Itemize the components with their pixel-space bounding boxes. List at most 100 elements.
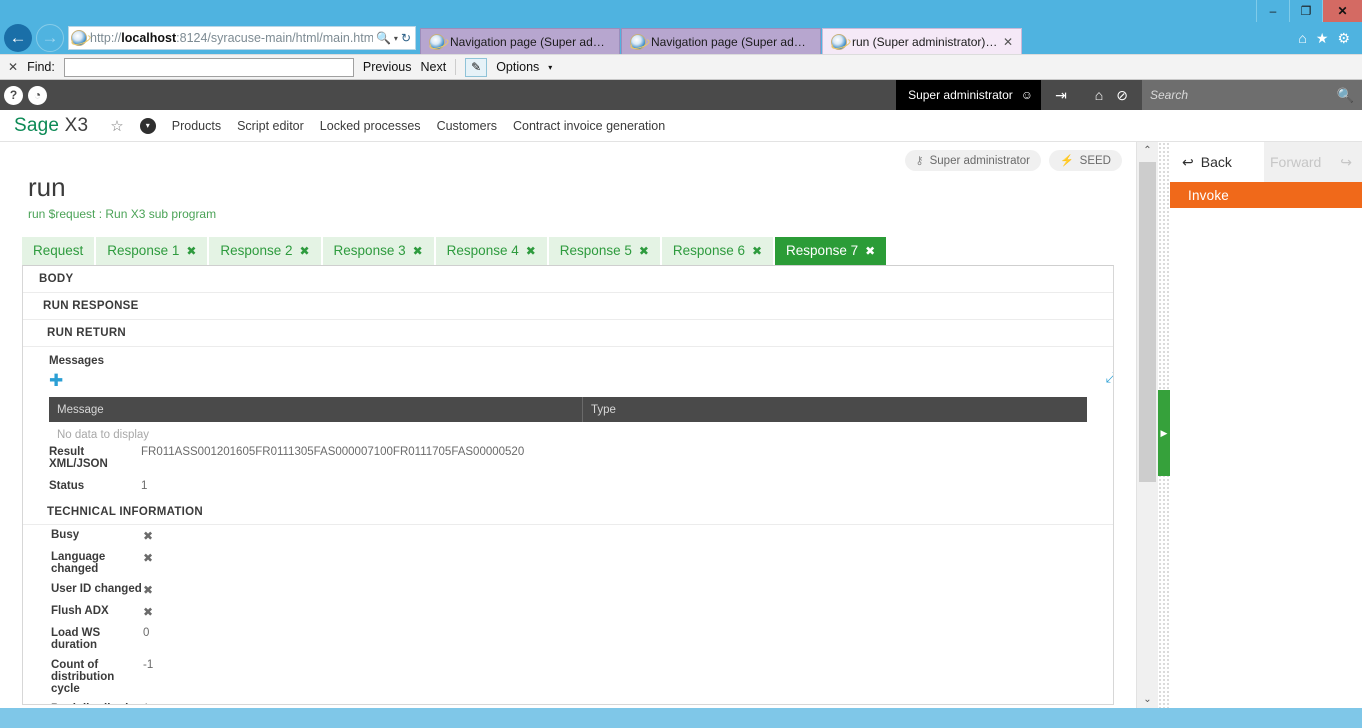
scroll-down-arrow-icon[interactable]: ⌄ [1137, 691, 1158, 708]
section-header-run-return: RUN RETURN [23, 320, 1113, 347]
find-previous-button[interactable]: Previous [363, 60, 412, 74]
add-row-icon[interactable]: ✚ [49, 372, 63, 389]
messages-grid: Message Type No data to display [49, 397, 1087, 441]
favorites-star-icon[interactable]: ☆ [110, 117, 123, 135]
tech-row-count-of-distribution-cycle: Count of distribution cycle -1 [23, 655, 1113, 699]
nav-link-script-editor[interactable]: Script editor [237, 119, 304, 133]
nav-link-customers[interactable]: Customers [437, 119, 497, 133]
browser-back-icon[interactable]: ← [4, 24, 32, 52]
tech-label: Count of distribution cycle [23, 659, 143, 695]
grid-column-message[interactable]: Message [49, 397, 583, 422]
browser-address-row: ← → http://localhost:8124/syracuse-main/… [0, 22, 1362, 54]
tab-request[interactable]: Request [22, 237, 95, 265]
browser-forward-icon[interactable]: → [36, 24, 64, 52]
home-icon[interactable]: ⌂ [1095, 87, 1103, 103]
section-header-technical-information: TECHNICAL INFORMATION [23, 497, 1113, 525]
tab-label: Response 4 [446, 243, 519, 258]
splitter-handle[interactable]: ▶ [1158, 390, 1170, 476]
right-panel-nav: ↩ Back Forward ↪ [1170, 142, 1362, 182]
back-label: Back [1200, 154, 1232, 170]
chevron-down-icon[interactable]: ▾ [139, 117, 156, 134]
field-status: Status 1 [23, 475, 1113, 497]
ie-logo-icon [71, 30, 87, 46]
tab-close-icon[interactable]: ✖ [186, 244, 196, 258]
context-badges: ⚷ Super administrator ⚡ SEED [904, 150, 1122, 171]
tab-response-6[interactable]: Response 6 ✖ [661, 237, 774, 265]
find-options-button[interactable]: Options [496, 60, 539, 74]
messages-block: Messages ✚ ⤡ [23, 347, 1113, 391]
browser-tab[interactable]: Navigation page (Super admin... [420, 28, 620, 54]
address-dropdown-icon[interactable]: ▾ [394, 34, 398, 43]
forward-button[interactable]: Forward ↪ [1264, 142, 1362, 182]
invoke-button[interactable]: Invoke [1170, 182, 1362, 208]
tab-response-7[interactable]: Response 7 ✖ [775, 237, 887, 265]
tab-close-icon[interactable]: ✖ [299, 244, 309, 258]
scrollbar-thumb[interactable] [1139, 162, 1156, 482]
badge-super-administrator[interactable]: ⚷ Super administrator [904, 150, 1041, 171]
tech-value: 1 [143, 703, 149, 704]
find-input[interactable] [63, 57, 354, 77]
nav-link-locked-processes[interactable]: Locked processes [320, 119, 421, 133]
address-refresh-icon[interactable]: ↻ [401, 31, 411, 45]
close-window-button[interactable]: ✕ [1322, 0, 1362, 22]
find-next-button[interactable]: Next [421, 60, 447, 74]
nav-link-products[interactable]: Products [172, 119, 221, 133]
tab-response-5[interactable]: Response 5 ✖ [548, 237, 660, 265]
browser-tabs: Navigation page (Super admin... Navigati… [420, 22, 1286, 54]
settings-gear-icon[interactable]: ⚙ [1337, 30, 1350, 47]
favorites-star-icon[interactable]: ★ [1316, 30, 1329, 47]
right-action-panel: ↩ Back Forward ↪ Invoke [1170, 142, 1362, 708]
tab-response-4[interactable]: Response 4 ✖ [435, 237, 547, 265]
tech-row-load-ws-duration: Load WS duration 0 [23, 623, 1113, 655]
browser-tab-active[interactable]: run (Super administrator) (S... ✕ [822, 28, 1022, 54]
vertical-scrollbar[interactable]: ⌃ ⌄ [1136, 142, 1158, 708]
forward-label: Forward [1270, 154, 1322, 170]
help-icon[interactable]: ? [4, 85, 23, 105]
tab-label: Response 2 [220, 243, 293, 258]
brush-icon[interactable]: ◔ [28, 85, 47, 105]
chevron-down-icon[interactable]: ▾ [548, 63, 552, 72]
tech-label: Pool distribution duration [23, 703, 143, 704]
address-search-icon[interactable]: 🔍 [376, 31, 391, 45]
restore-button[interactable]: ❐ [1289, 0, 1322, 22]
find-bar: ✕ Find: Previous Next ✎ Options ▾ [0, 54, 1362, 80]
compass-icon[interactable]: ⊘ [1116, 87, 1128, 104]
tech-label: Load WS duration [51, 627, 101, 651]
expand-icon[interactable]: ⤡ [1106, 369, 1113, 386]
search-icon[interactable]: 🔍 [1337, 87, 1354, 104]
tech-label-line2: distribution cycle [51, 671, 115, 695]
tab-response-1[interactable]: Response 1 ✖ [96, 237, 208, 265]
nav-link-contract-invoice-generation[interactable]: Contract invoice generation [513, 119, 665, 133]
find-close-icon[interactable]: ✕ [8, 60, 18, 74]
user-chip[interactable]: Super administrator ☺ [896, 80, 1042, 110]
home-icon[interactable]: ⌂ [1298, 30, 1306, 46]
sage-toolbar: ? ◔ Super administrator ☺ ⇥ ⌂ ⊘ Search 🔍 [0, 80, 1362, 110]
tab-close-icon[interactable]: ✖ [639, 244, 649, 258]
badge-seed[interactable]: ⚡ SEED [1048, 150, 1122, 171]
tab-response-2[interactable]: Response 2 ✖ [209, 237, 321, 265]
tab-close-icon[interactable]: ✖ [865, 244, 875, 258]
highlight-marker-icon[interactable]: ✎ [465, 57, 488, 77]
ie-logo-icon [630, 33, 646, 50]
back-button[interactable]: ↩ Back [1170, 142, 1264, 182]
tech-value: 0 [143, 627, 150, 639]
tab-label: Request [33, 243, 84, 258]
pane-splitter[interactable]: ▶ [1158, 142, 1170, 708]
logout-icon[interactable]: ⇥ [1055, 87, 1067, 104]
tab-close-icon[interactable]: ✖ [413, 244, 423, 258]
browser-tab-label: Navigation page (Super admin... [651, 34, 812, 49]
scroll-up-arrow-icon[interactable]: ⌃ [1137, 142, 1158, 159]
tab-close-icon[interactable]: ✖ [526, 244, 536, 258]
tab-response-3[interactable]: Response 3 ✖ [322, 237, 434, 265]
find-separator [455, 59, 457, 75]
browser-tab[interactable]: Navigation page (Super admin... [621, 28, 821, 54]
global-search-box[interactable]: Search 🔍 [1142, 80, 1362, 110]
minimize-button[interactable]: – [1256, 0, 1289, 22]
key-icon: ⚷ [915, 155, 924, 167]
browser-tab-close-icon[interactable]: ✕ [1003, 35, 1013, 49]
sage-logo[interactable]: Sage X3 [14, 115, 88, 137]
address-bar[interactable]: http://localhost:8124/syracuse-main/html… [68, 26, 416, 50]
grid-column-type[interactable]: Type [583, 397, 1087, 422]
tab-close-icon[interactable]: ✖ [752, 244, 762, 258]
field-result-xml-json: Result XML/JSON FR011ASS001201605FR01113… [23, 441, 1113, 475]
